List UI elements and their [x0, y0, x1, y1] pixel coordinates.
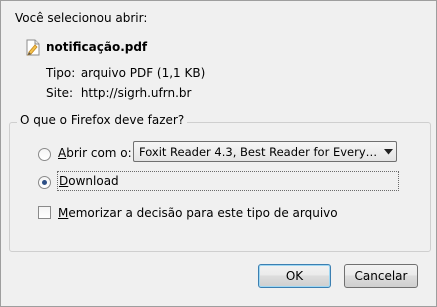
download-accel: D: [59, 174, 69, 188]
download-radio[interactable]: [38, 176, 51, 189]
open-with-text: brir com o:: [66, 146, 132, 160]
intro-text: Você selecionou abrir:: [15, 11, 148, 25]
file-type-row: Tipo: arquivo PDF (1,1 KB): [46, 66, 205, 80]
remember-checkbox[interactable]: [38, 206, 51, 219]
file-type-value: arquivo PDF (1,1 KB): [80, 66, 206, 80]
chevron-down-icon[interactable]: [380, 142, 396, 161]
remember-label[interactable]: Memorizar a decisão para este tipo de ar…: [58, 206, 338, 220]
open-with-radio[interactable]: [38, 148, 51, 161]
ok-button[interactable]: OK: [258, 264, 331, 288]
application-select-value: Foxit Reader 4.3, Best Reader for Everyd…: [139, 144, 380, 159]
open-with-label[interactable]: Abrir com o:: [58, 146, 132, 160]
site-row: Site: http://sigrh.ufrn.br: [46, 86, 191, 100]
download-text: ownload: [68, 174, 119, 188]
application-select[interactable]: Foxit Reader 4.3, Best Reader for Everyd…: [133, 141, 397, 162]
pdf-document-icon: [26, 39, 40, 56]
action-group-legend: O que o Firefox deve fazer?: [17, 113, 188, 127]
site-value: http://sigrh.ufrn.br: [80, 86, 192, 100]
download-dialog: Você selecionou abrir: notificação.pdf T…: [0, 0, 437, 307]
file-row: notificação.pdf: [26, 37, 147, 57]
site-label: Site:: [46, 86, 74, 100]
remember-accel: M: [58, 206, 69, 220]
download-label[interactable]: Download: [59, 174, 119, 188]
cancel-button[interactable]: Cancelar: [344, 264, 418, 288]
open-with-accel: A: [58, 146, 67, 160]
remember-text: emorizar a decisão para este tipo de arq…: [68, 206, 338, 220]
file-name: notificação.pdf: [46, 40, 148, 54]
file-type-label: Tipo:: [46, 66, 76, 80]
